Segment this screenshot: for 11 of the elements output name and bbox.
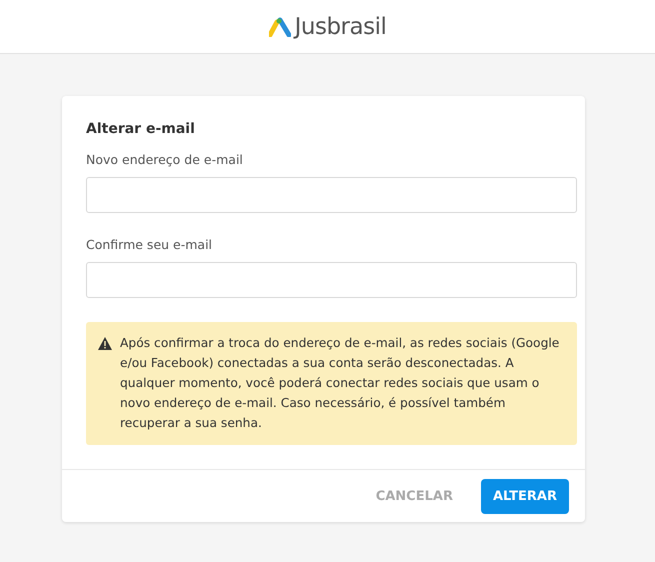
input-field[interactable] [86, 262, 577, 298]
input-field[interactable] [86, 177, 577, 213]
field-label: Confirme seu e-mail [86, 237, 214, 252]
logo-icon [268, 16, 291, 36]
cancel-button[interactable]: CANCELAR [364, 479, 465, 514]
field-label: Novo endereço de e-mail [86, 152, 244, 167]
card-title: Alterar e-mail [86, 121, 196, 137]
logo-text: Jusbrasil [294, 14, 386, 40]
warning-icon [98, 337, 112, 350]
warning-text: Após confirmar a troca do endereço de e-mail, as redes sociais (Google e/ou Facebook) conectadas a sua conta serão desconectadas. A qualquer momento, você poderá conectar redes sociais que usam o novo endereço de e-mail. Caso necessário, é possível também recuperar a sua senha. [120, 335, 560, 432]
alter-button[interactable]: ALTERAR [480, 479, 569, 514]
